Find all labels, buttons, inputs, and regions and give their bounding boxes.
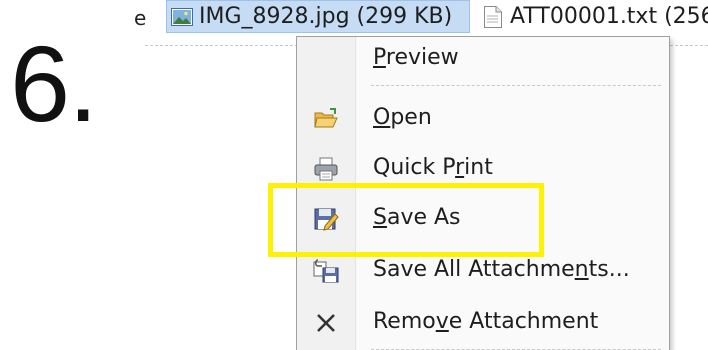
menu-item-label: Quick Print: [373, 155, 493, 180]
menu-item-label: Save All Attachments...: [373, 257, 630, 282]
menu-item-label: Preview: [373, 45, 459, 70]
menu-item-remove-attachment[interactable]: Remove Attachment: [297, 301, 669, 345]
step-number: 6.: [10, 23, 98, 144]
attachment-strip-edge-text: e: [134, 6, 147, 30]
open-folder-icon: [314, 108, 338, 128]
menu-item-open[interactable]: Open: [297, 97, 669, 141]
text-file-icon: [484, 5, 502, 28]
attachment-label: IMG_8928.jpg (299 KB): [199, 4, 453, 29]
attachment-att00001[interactable]: ATT00001.txt (256: [480, 0, 708, 33]
menu-item-label: Remove Attachment: [373, 309, 599, 334]
menu-item-label: Open: [373, 105, 432, 130]
image-file-icon: [171, 7, 193, 26]
menu-separator: [371, 85, 661, 86]
printer-icon: [314, 157, 338, 181]
menu-item-preview[interactable]: Preview: [297, 37, 669, 81]
attachment-img-8928[interactable]: IMG_8928.jpg (299 KB): [166, 0, 470, 33]
attachment-label: ATT00001.txt (256: [510, 4, 708, 29]
remove-x-icon: [317, 314, 335, 332]
attachment-strip: e IMG_8928.jpg (299 KB) ATT00001.txt (25…: [128, 0, 708, 34]
save-as-highlight-box: [268, 183, 544, 257]
save-all-attachments-icon: [313, 259, 339, 283]
